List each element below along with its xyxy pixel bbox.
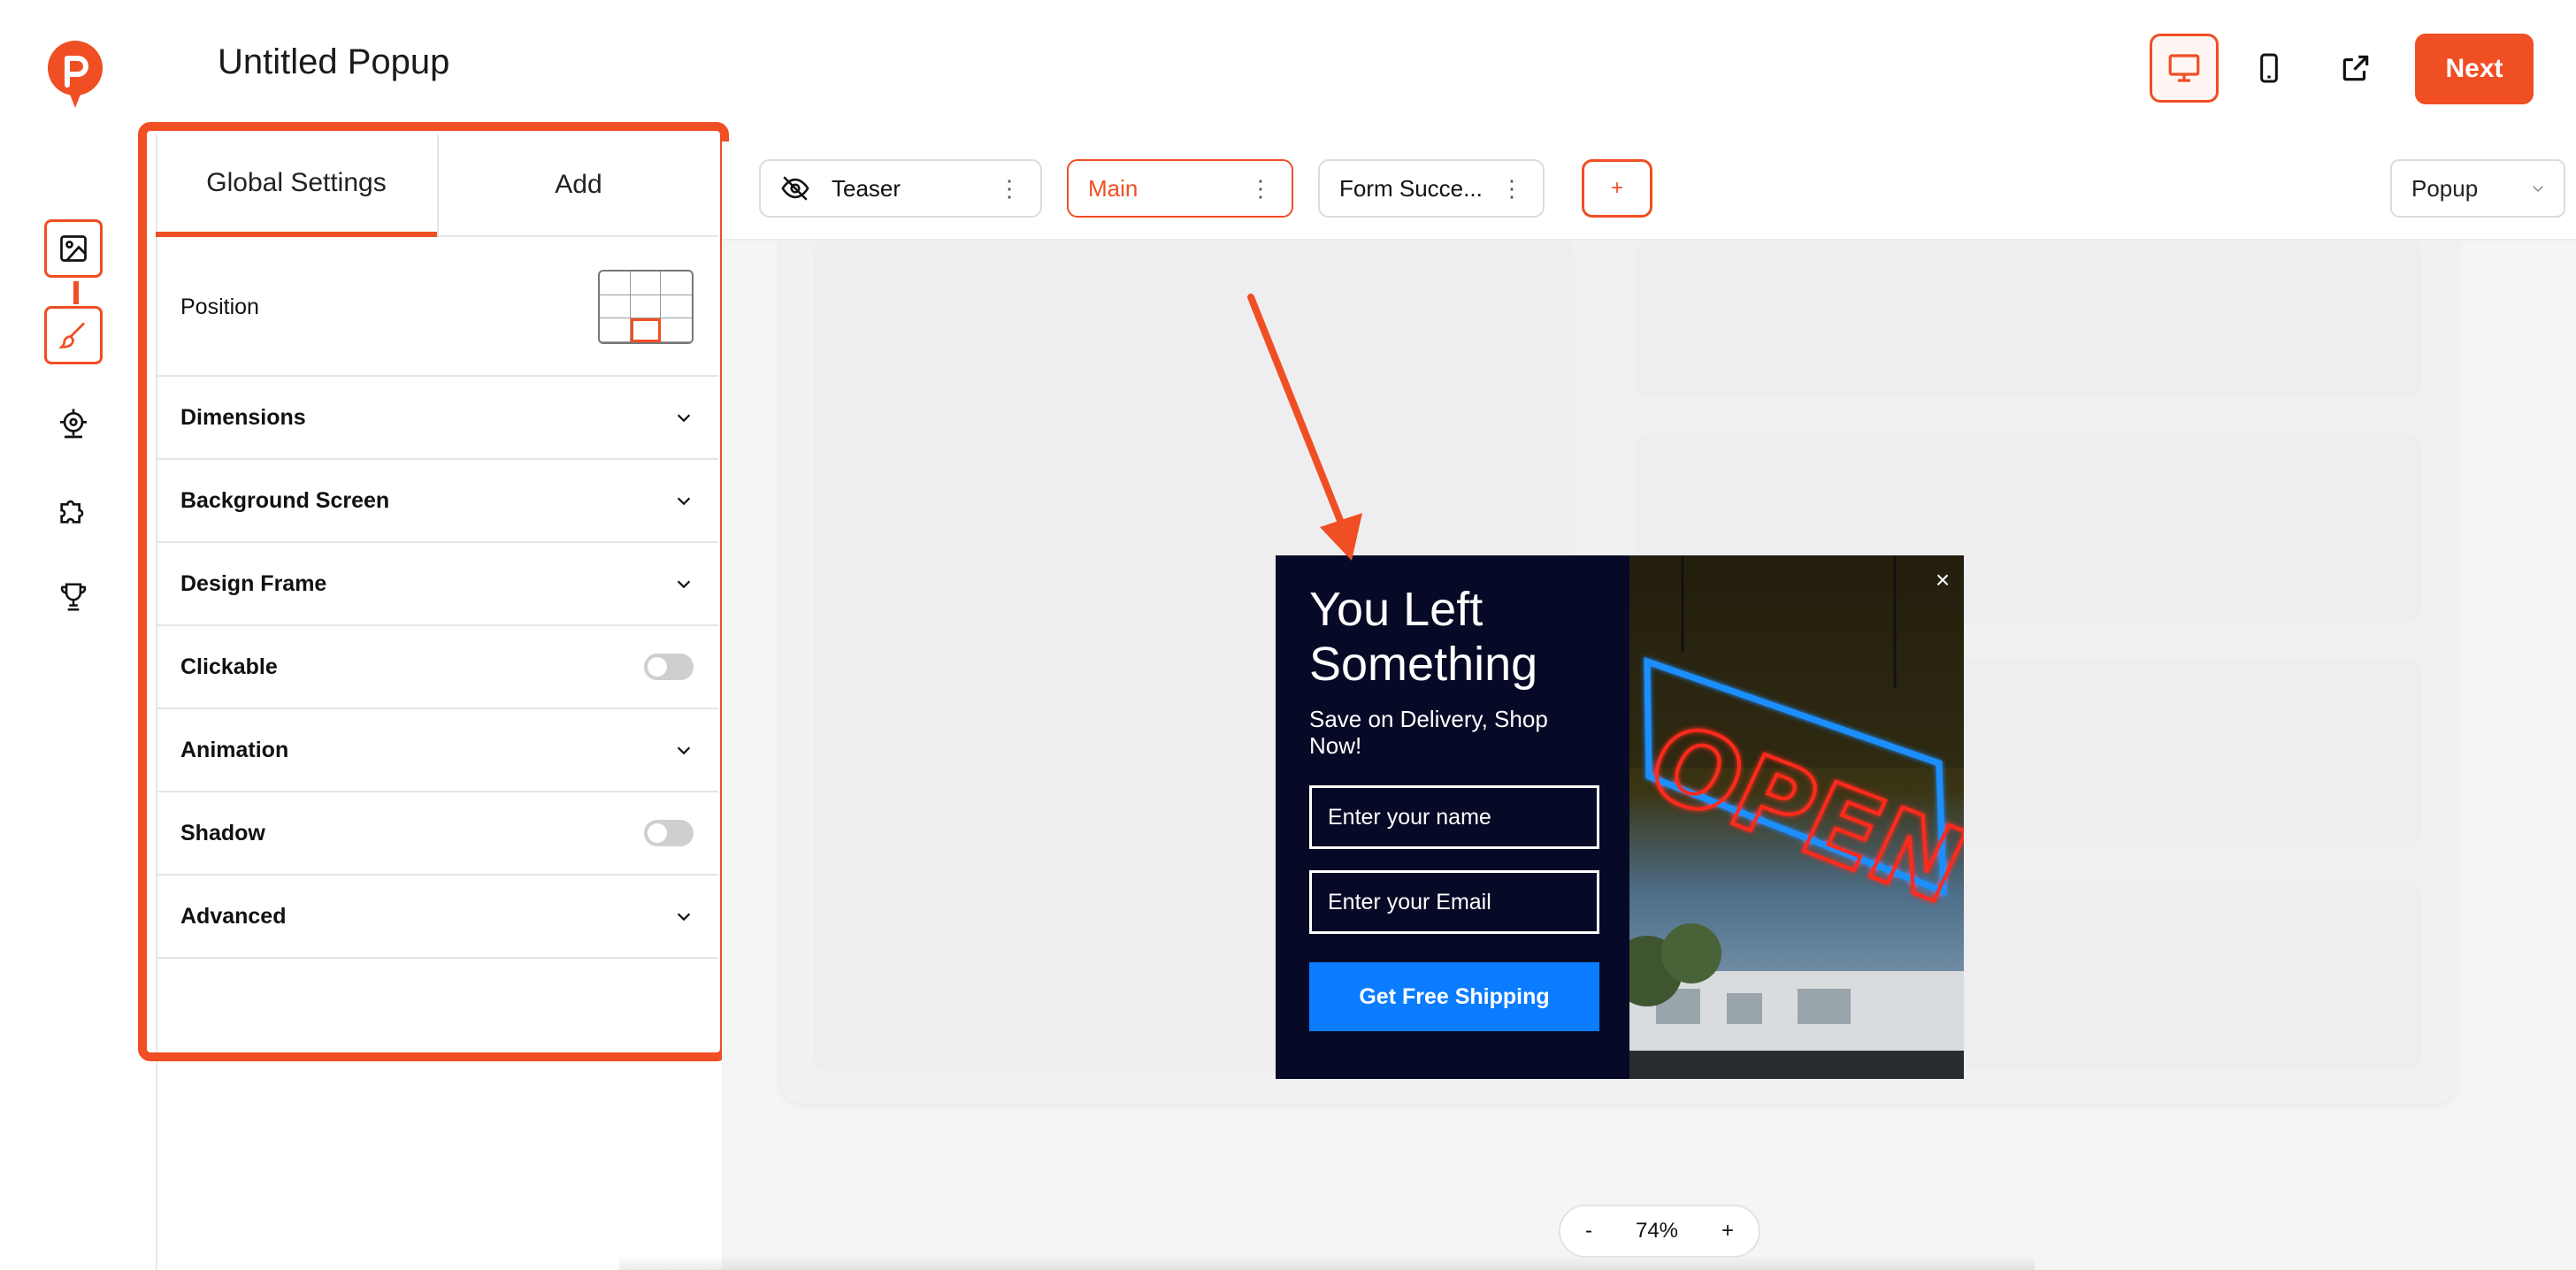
annotation-arrow [1247,294,1362,561]
puzzle-icon [60,500,84,524]
popup-close-button[interactable]: × [1928,566,1957,594]
step-main[interactable]: Main ⋮ [1067,159,1293,218]
display-type-value: Popup [2411,174,2479,202]
app-logo[interactable] [46,39,104,110]
eye-off-icon [781,176,809,201]
desktop-view-button[interactable] [2150,34,2219,103]
trophy-icon [60,583,87,611]
rail-goals-button[interactable] [44,568,103,626]
step-teaser[interactable]: Teaser ⋮ [759,159,1042,218]
more-vertical-icon[interactable]: ⋮ [1500,175,1523,203]
preview-placeholder [1635,241,2422,398]
image-icon [60,235,87,262]
external-link-icon [2342,55,2369,81]
desktop-icon [2168,54,2200,82]
brush-icon [58,322,85,348]
display-type-select[interactable]: Popup [2390,159,2565,218]
popup-subtitle[interactable]: Save on Delivery, Shop Now! [1309,706,1592,759]
step-form-success[interactable]: Form Succe... ⋮ [1318,159,1545,218]
chevron-down-icon [2533,186,2543,193]
page-title: Untitled Popup [218,42,450,81]
add-step-button[interactable]: + [1582,159,1652,218]
rail-connector [73,281,79,304]
step-teaser-label: Teaser [832,174,901,202]
rail-targeting-button[interactable] [44,394,103,453]
step-form-success-label: Form Succe... [1339,174,1483,202]
popup-title[interactable]: You Left Something [1309,582,1610,692]
next-button[interactable]: Next [2415,34,2534,104]
zoom-in-button[interactable]: + [1721,1219,1734,1243]
zoom-level: 74% [1635,1219,1679,1243]
rail-image-button[interactable] [44,219,103,278]
popup-name-input[interactable]: Enter your name [1309,785,1599,849]
more-vertical-icon[interactable]: ⋮ [998,175,1021,203]
zoom-control: - 74% + [1559,1205,1760,1258]
mobile-view-button[interactable] [2235,34,2304,103]
mobile-icon [2260,53,2278,83]
popup-preview[interactable]: You Left Something Save on Delivery, Sho… [1276,555,1964,1079]
zoom-out-button[interactable]: - [1585,1219,1592,1243]
rail-integrations-button[interactable] [44,481,103,539]
popup-email-input[interactable]: Enter your Email [1309,870,1599,934]
step-main-label: Main [1088,174,1138,202]
more-vertical-icon[interactable]: ⋮ [1249,175,1272,203]
rail-design-button[interactable] [44,306,103,364]
preview-button[interactable] [2321,34,2390,103]
target-icon [60,409,87,439]
popup-image[interactable]: OPEN [1612,555,1964,1079]
panel-highlight-annotation [138,122,729,1061]
bottom-shadow [619,1256,2035,1270]
popup-submit-button[interactable]: Get Free Shipping [1309,962,1599,1031]
